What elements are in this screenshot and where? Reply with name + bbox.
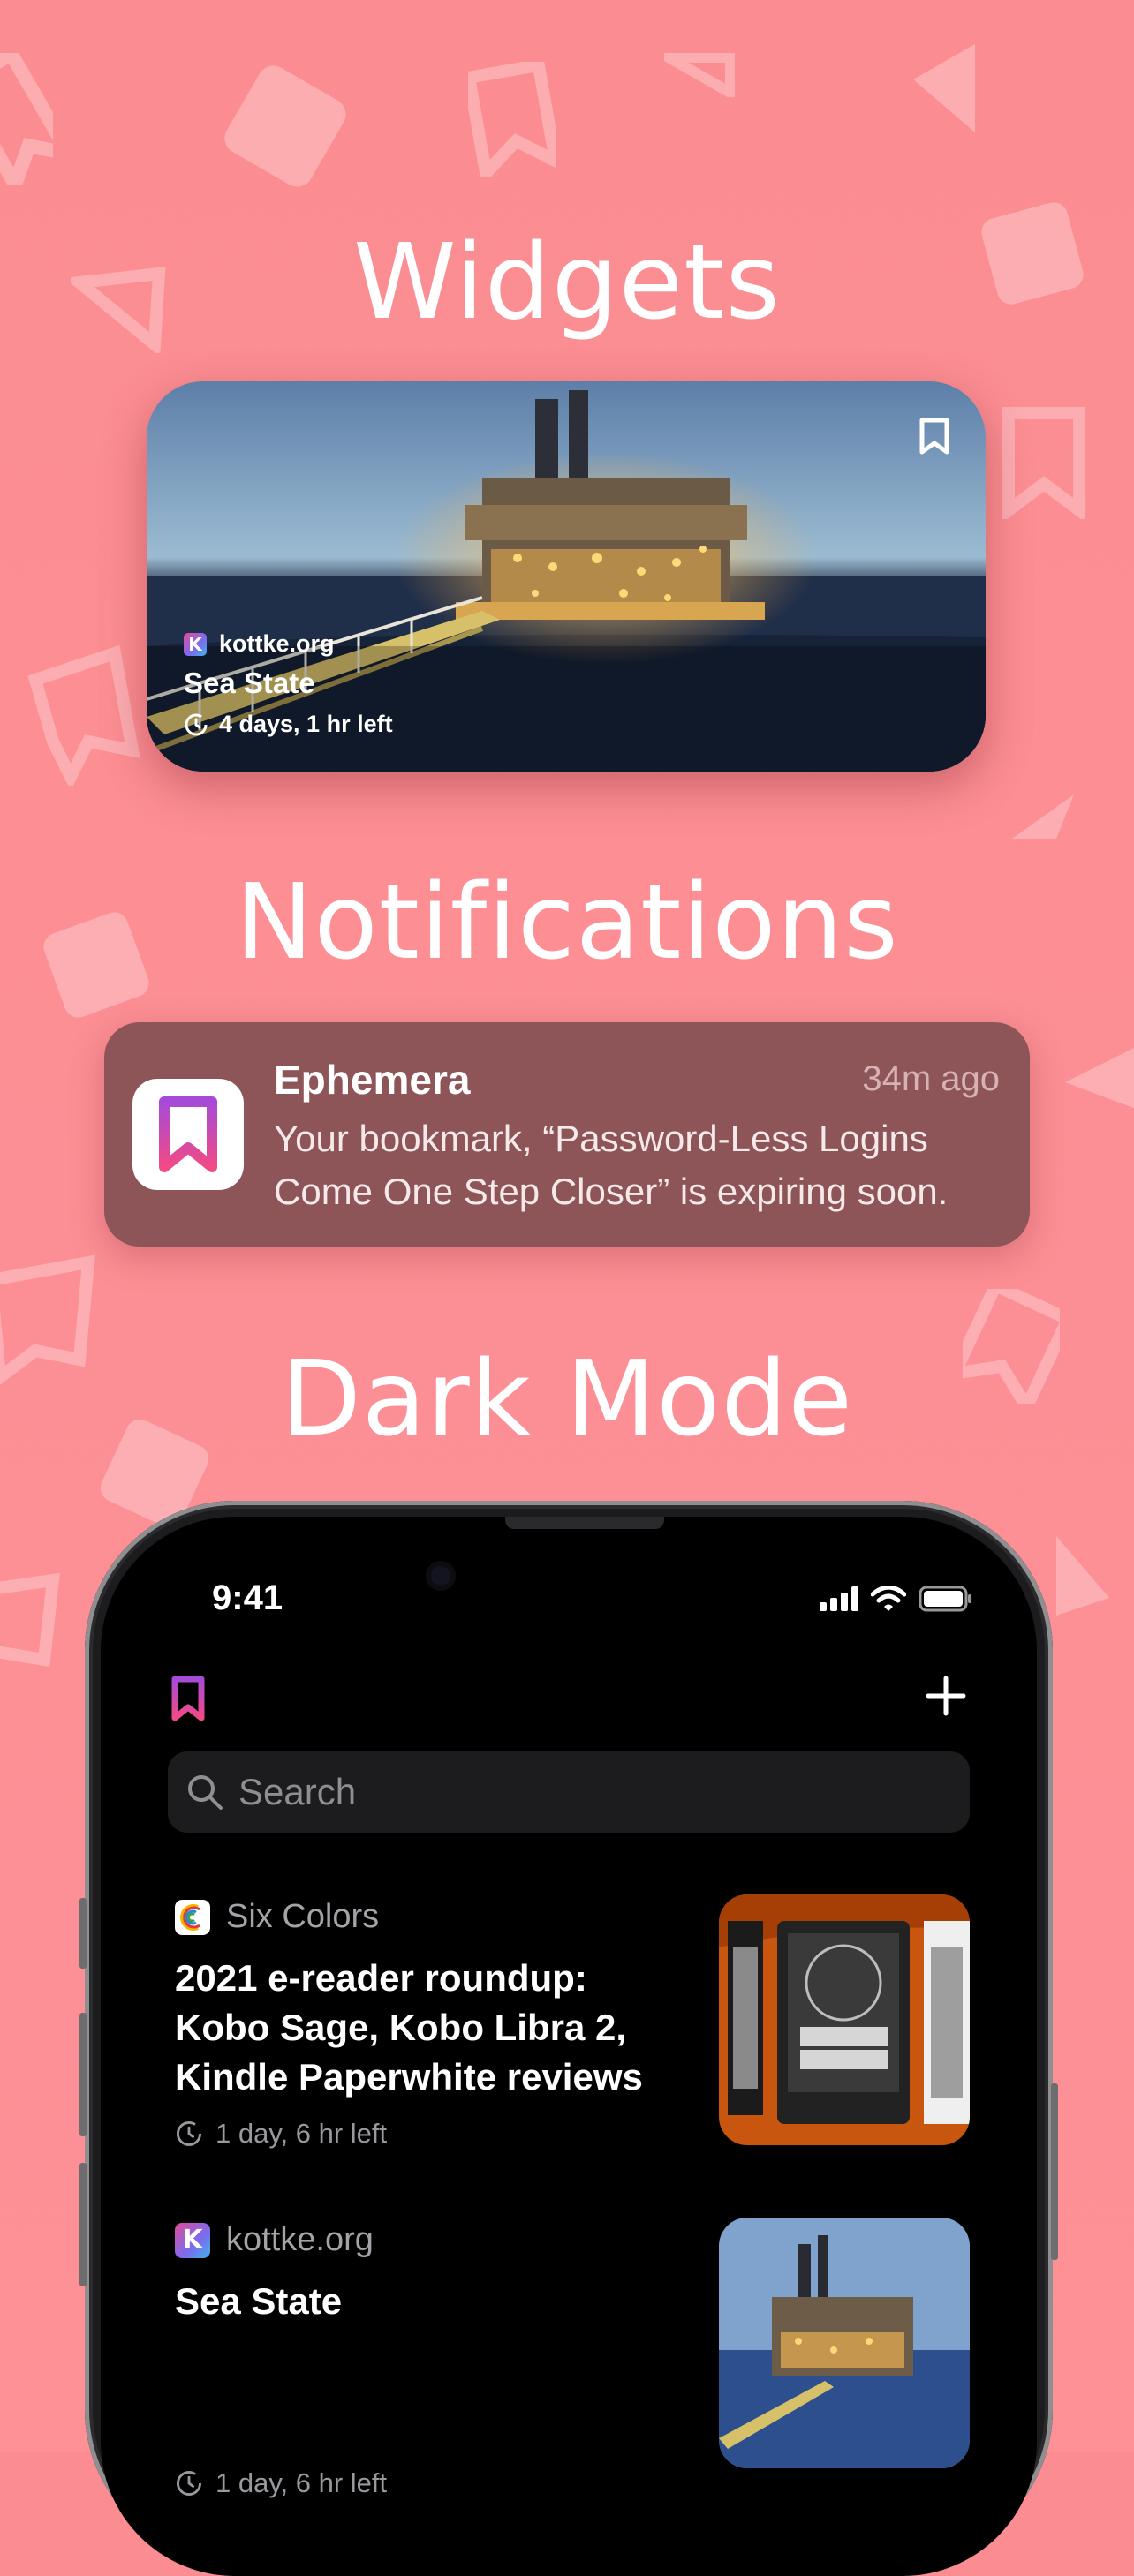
- add-bookmark-button[interactable]: [926, 1676, 966, 1721]
- widget-meta: K kottke.org Sea State 4 days, 1 hr left: [184, 630, 393, 738]
- kottke-favicon-icon: K: [184, 632, 207, 656]
- background-bookmark-shape: [1000, 404, 1088, 519]
- background-speech-shape: [0, 1571, 62, 1677]
- background-card-shape: [219, 60, 352, 192]
- six-colors-favicon-icon: [175, 1899, 210, 1935]
- widget-source: K kottke.org: [184, 630, 393, 658]
- article-source-label: kottke.org: [226, 2221, 374, 2258]
- clock-icon: [185, 713, 208, 735]
- heading-notifications: Notifications: [235, 861, 899, 983]
- kottke-favicon-icon: K: [175, 2222, 210, 2258]
- notification-app-name: Ephemera: [274, 1057, 471, 1103]
- bookmark-widget[interactable]: K kottke.org Sea State 4 days, 1 hr left: [147, 381, 986, 772]
- list-item[interactable]: Six Colors 2021 e-reader roundup: Kobo S…: [175, 1894, 970, 2150]
- search-input[interactable]: [237, 1770, 947, 1814]
- background-triangle-shape: [913, 44, 984, 132]
- heading-dark-mode: Dark Mode: [280, 1337, 854, 1459]
- plus-icon: [926, 1676, 966, 1716]
- article-title: 2021 e-reader roundup: Kobo Sage, Kobo L…: [175, 1957, 643, 2098]
- article-title: Sea State: [175, 2280, 343, 2322]
- background-triangle-shape: [1056, 1536, 1118, 1616]
- cellular-signal-icon: [820, 1586, 858, 1611]
- search-bar[interactable]: [168, 1751, 970, 1833]
- clock-icon: [177, 2471, 201, 2496]
- volume-up-button: [79, 2013, 87, 2136]
- background-speech-shape: [18, 644, 150, 786]
- background-bookmark-shape: [468, 62, 556, 177]
- widget-time-left: 4 days, 1 hr left: [184, 711, 393, 738]
- article-source-label: Six Colors: [226, 1898, 380, 1935]
- list-item[interactable]: K kottke.org Sea State 1 day, 6 hr left: [175, 2218, 970, 2499]
- article-time-left: 1 day, 6 hr left: [175, 2467, 970, 2499]
- notification-banner[interactable]: Ephemera 34m ago Your bookmark, “Passwor…: [104, 1022, 1030, 1247]
- widget-time-left-label: 4 days, 1 hr left: [219, 711, 393, 737]
- article-time-left-label: 1 day, 6 hr left: [215, 2467, 388, 2498]
- notification-time: 34m ago: [862, 1059, 1000, 1098]
- background-arrow-shape: [664, 53, 735, 97]
- power-button: [1051, 2083, 1058, 2260]
- notification-body: Your bookmark, “Password-Less Logins Com…: [274, 1118, 949, 1212]
- ephemera-logo-icon: [171, 1676, 205, 1726]
- wifi-icon: [871, 1586, 906, 1611]
- speaker-grille: [505, 1517, 664, 1529]
- widget-title: Sea State: [184, 667, 315, 699]
- search-icon: [188, 1775, 223, 1810]
- background-triangle-shape: [1003, 786, 1074, 839]
- front-camera: [426, 1561, 456, 1591]
- volume-down-button: [79, 2163, 87, 2286]
- article-thumbnail: [719, 2218, 970, 2468]
- status-icons: [820, 1586, 973, 1612]
- background-bookmark-shape: [0, 53, 53, 185]
- mute-switch: [79, 1898, 87, 1969]
- article-time-left-label: 1 day, 6 hr left: [215, 2118, 388, 2149]
- battery-icon: [919, 1586, 971, 1612]
- article-thumbnail: [719, 1894, 970, 2145]
- bookmark-icon[interactable]: [919, 417, 950, 460]
- phone-screen: 9:41 Search Six Colors 2021 e-reader rou…: [101, 1517, 1037, 2576]
- ephemera-app-icon: [132, 1079, 244, 1190]
- status-time: 9:41: [212, 1578, 284, 1617]
- clock-icon: [177, 2121, 201, 2146]
- widget-source-label: kottke.org: [219, 630, 335, 657]
- phone-frame: 9:41 Search Six Colors 2021 e-reader rou…: [79, 1501, 1058, 2576]
- heading-widgets: Widgets: [352, 221, 781, 343]
- background-triangle-shape: [1065, 1038, 1134, 1118]
